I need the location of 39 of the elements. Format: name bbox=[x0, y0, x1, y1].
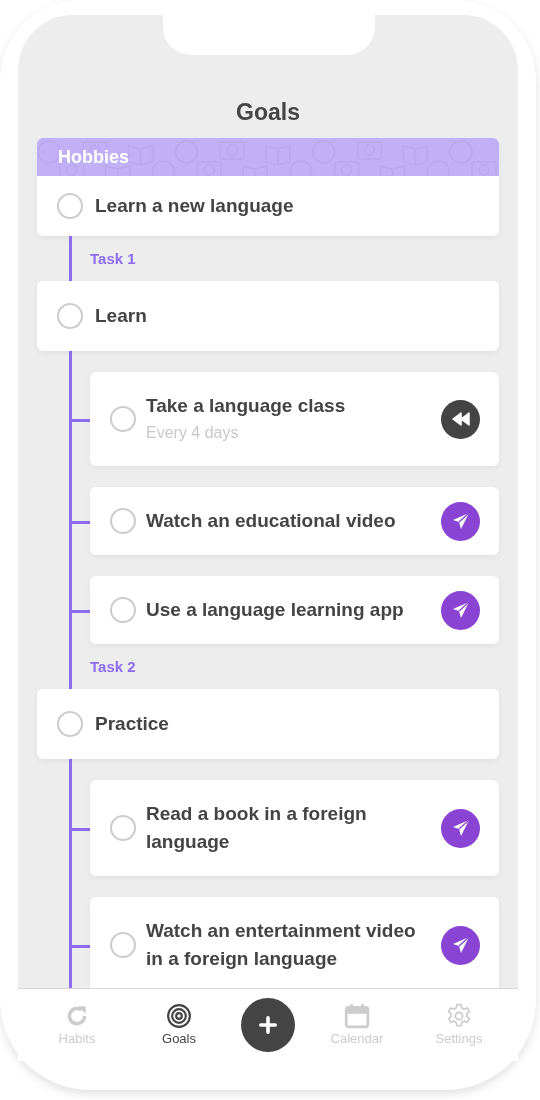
checkbox[interactable] bbox=[110, 508, 136, 534]
category-label: Hobbies bbox=[58, 146, 129, 168]
task-card[interactable]: Learn bbox=[37, 281, 499, 351]
checkbox[interactable] bbox=[110, 815, 136, 841]
add-button[interactable] bbox=[241, 998, 295, 1052]
checkbox[interactable] bbox=[57, 303, 83, 329]
plus-icon bbox=[259, 1016, 277, 1034]
checkbox[interactable] bbox=[57, 193, 83, 219]
checkbox[interactable] bbox=[110, 932, 136, 958]
goal-card[interactable]: Hobbies Learn a new language bbox=[37, 138, 499, 236]
target-icon bbox=[166, 1003, 192, 1029]
task-label: Task 2 bbox=[89, 657, 136, 677]
subtask-name: Watch an educational video bbox=[146, 509, 397, 533]
subtask-card[interactable]: Use a language learning app bbox=[90, 576, 499, 644]
subtask-name: Take a language class bbox=[146, 394, 347, 418]
subtask-card[interactable]: Read a book in a foreign language bbox=[90, 780, 499, 876]
send-button[interactable] bbox=[441, 590, 480, 630]
subtask-name: Watch an entertainment video in a foreign language bbox=[146, 919, 417, 971]
task-card[interactable]: Practice bbox=[37, 689, 499, 759]
rewind-button[interactable] bbox=[441, 399, 480, 439]
checkbox[interactable] bbox=[57, 711, 83, 737]
screen-title: Goals bbox=[235, 98, 301, 127]
checkbox[interactable] bbox=[110, 406, 136, 432]
send-button[interactable] bbox=[441, 925, 480, 965]
rewind-icon bbox=[450, 409, 471, 429]
task-label: Task 1 bbox=[89, 249, 136, 269]
subtask-card[interactable]: Watch an educational video bbox=[90, 487, 499, 555]
nav-tab[interactable]: Goals bbox=[139, 1003, 219, 1047]
settings-icon bbox=[446, 1003, 472, 1029]
task-name: Practice bbox=[95, 712, 169, 736]
subtask-name: Read a book in a foreign language bbox=[146, 802, 368, 854]
send-button[interactable] bbox=[441, 501, 480, 541]
calendar-icon bbox=[344, 1003, 370, 1029]
send-button[interactable] bbox=[441, 808, 480, 848]
subtask-name: Use a language learning app bbox=[146, 598, 405, 622]
subtask-card[interactable]: Watch an entertainment video in a foreign language bbox=[90, 897, 499, 988]
goal-name: Learn a new language bbox=[95, 194, 294, 218]
task-name: Learn bbox=[95, 304, 147, 328]
checkbox[interactable] bbox=[110, 597, 136, 623]
